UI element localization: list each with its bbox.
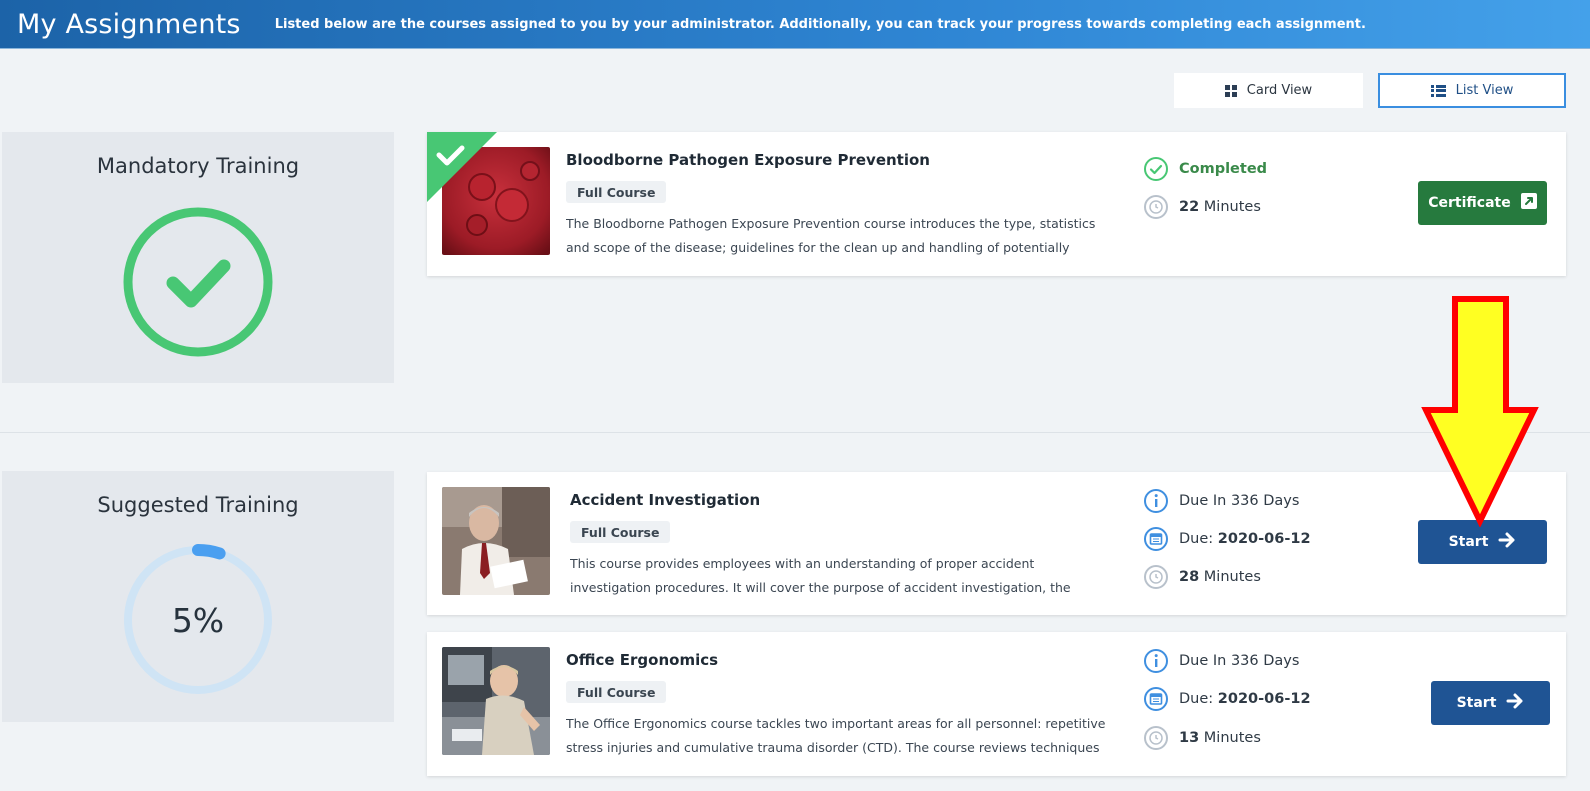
course-card: Office Ergonomics Full Course The Office…: [427, 632, 1566, 776]
clock-icon: [1142, 724, 1169, 751]
arrow-right-icon: [1498, 532, 1516, 552]
certificate-button[interactable]: Certificate: [1418, 181, 1547, 225]
completion-ring: [122, 206, 274, 358]
calendar-icon: [1142, 525, 1169, 552]
mandatory-training-panel: Mandatory Training: [2, 132, 394, 383]
page-description: Listed below are the courses assigned to…: [274, 16, 1366, 32]
course-thumbnail: [442, 487, 550, 595]
suggested-training-panel: Suggested Training 5%: [2, 471, 394, 722]
course-duration: 13 Minutes: [1142, 724, 1261, 751]
duration-unit: Minutes: [1203, 729, 1261, 746]
section-title: Suggested Training: [97, 493, 299, 517]
course-type-badge: Full Course: [566, 681, 667, 703]
due-date: Due: 2020-06-12: [1142, 685, 1311, 712]
duration-value: 28: [1179, 568, 1200, 585]
due-in-status: Due In 336 Days: [1142, 487, 1299, 514]
card-view-label: Card View: [1246, 83, 1313, 98]
check-circle-icon: [1142, 155, 1169, 182]
completed-ribbon-icon: [427, 132, 497, 202]
due-label: Due:: [1179, 530, 1214, 547]
due-date-value: 2020-06-12: [1217, 690, 1311, 707]
list-icon: [1431, 85, 1446, 97]
course-card: Accident Investigation Full Course This …: [427, 472, 1566, 615]
course-title[interactable]: Accident Investigation: [570, 491, 760, 509]
list-view-label: List View: [1455, 83, 1514, 98]
duration-value: 22: [1179, 198, 1200, 215]
due-in-text: Due In 336 Days: [1179, 492, 1300, 509]
course-title[interactable]: Bloodborne Pathogen Exposure Prevention: [566, 151, 930, 169]
list-view-button[interactable]: List View: [1378, 73, 1566, 108]
page-title: My Assignments: [17, 8, 241, 40]
status-text: Completed: [1179, 160, 1268, 177]
course-duration: 22 Minutes: [1142, 193, 1261, 220]
clock-icon: [1142, 563, 1169, 590]
course-duration: 28 Minutes: [1142, 563, 1261, 590]
start-button-label: Start: [1448, 534, 1489, 550]
section-divider: [0, 432, 1590, 433]
clock-icon: [1142, 193, 1169, 220]
course-thumbnail: [442, 647, 550, 755]
certificate-button-label: Certificate: [1428, 195, 1511, 211]
course-description: The Bloodborne Pathogen Exposure Prevent…: [566, 216, 1096, 255]
duration-unit: Minutes: [1203, 568, 1261, 585]
start-button-label: Start: [1456, 695, 1497, 711]
due-in-text: Due In 336 Days: [1179, 652, 1300, 669]
start-course-button[interactable]: Start: [1431, 681, 1550, 725]
course-type-badge: Full Course: [566, 181, 667, 203]
annotation-arrow-icon: [1420, 295, 1540, 528]
duration-value: 13: [1179, 729, 1200, 746]
arrow-right-icon: [1506, 693, 1524, 713]
course-card: Bloodborne Pathogen Exposure Prevention …: [427, 132, 1566, 276]
info-circle-icon: [1142, 647, 1169, 674]
page-header: My Assignments Listed below are the cour…: [0, 0, 1590, 49]
course-title[interactable]: Office Ergonomics: [566, 651, 718, 669]
calendar-icon: [1142, 685, 1169, 712]
course-description: The Office Ergonomics course tackles two…: [566, 716, 1106, 755]
progress-percent-label: 5%: [171, 600, 225, 640]
section-title: Mandatory Training: [96, 154, 300, 178]
info-circle-icon: [1142, 487, 1169, 514]
due-in-status: Due In 336 Days: [1142, 647, 1299, 674]
check-circle-icon: [166, 259, 231, 308]
card-view-button[interactable]: Card View: [1174, 73, 1363, 108]
due-label: Due:: [1179, 690, 1214, 707]
due-date-value: 2020-06-12: [1217, 530, 1311, 547]
grid-icon: [1224, 84, 1237, 97]
duration-unit: Minutes: [1203, 198, 1261, 215]
external-link-icon: [1520, 193, 1537, 213]
due-date: Due: 2020-06-12: [1142, 525, 1311, 552]
course-description: This course provides employees with an u…: [570, 556, 1071, 595]
progress-ring: 5%: [122, 544, 274, 696]
status-completed: Completed: [1142, 155, 1267, 182]
course-type-badge: Full Course: [570, 521, 671, 543]
